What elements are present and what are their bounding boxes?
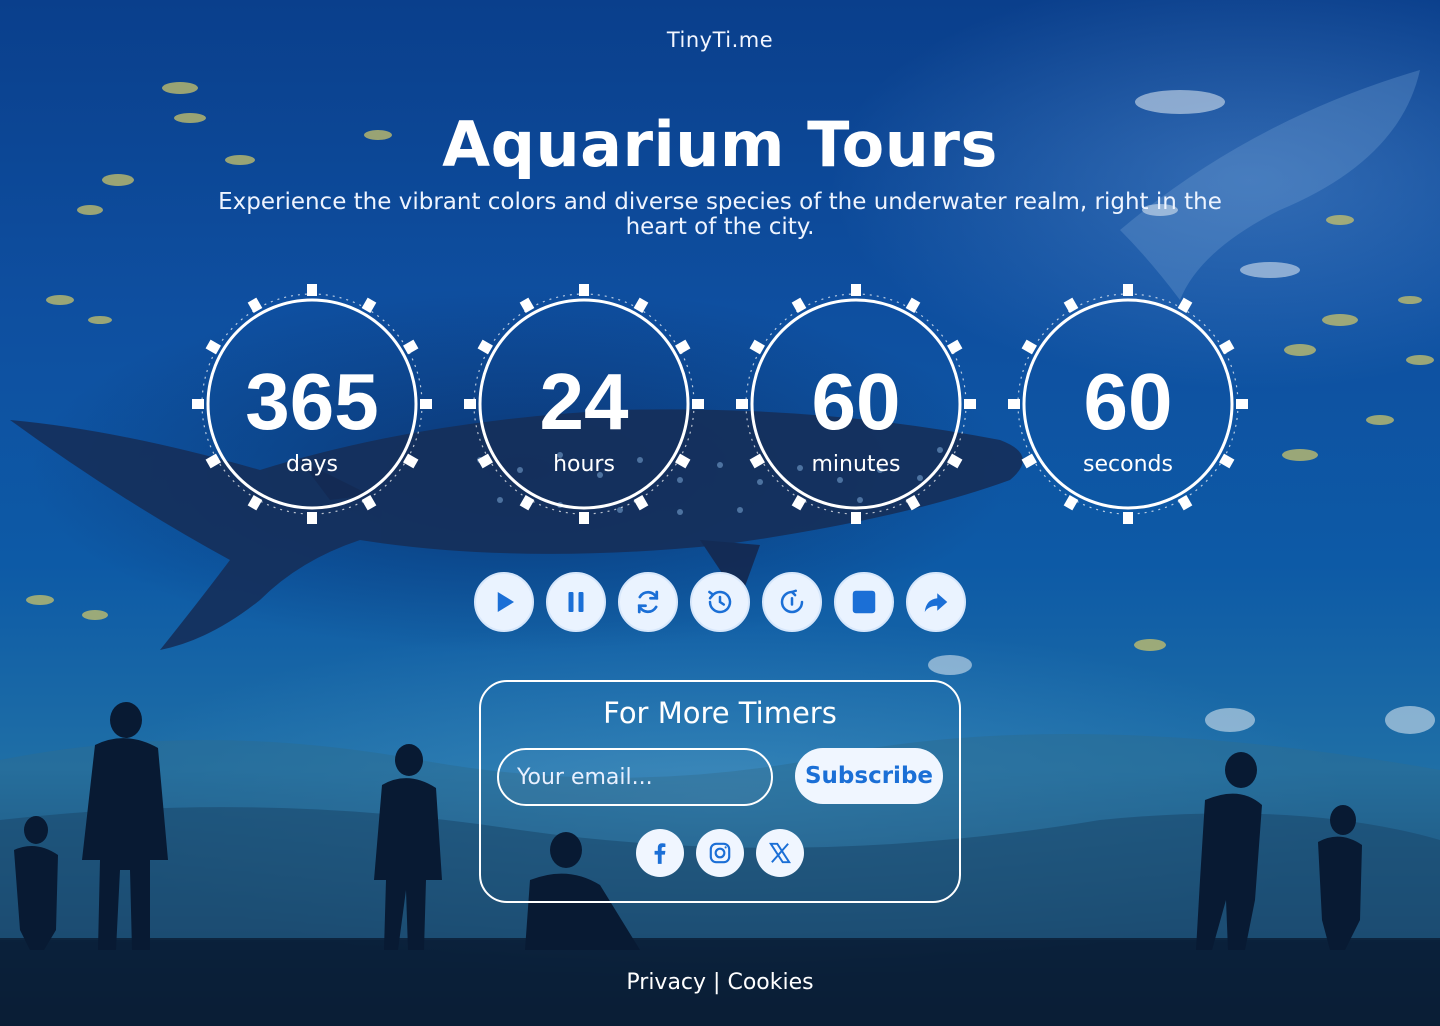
page-title: Aquarium Tours xyxy=(442,108,998,181)
hours-value: 24 xyxy=(539,357,629,446)
timer-reset-icon xyxy=(780,589,804,614)
countdown-hours: 24 hours xyxy=(464,284,704,524)
share-button[interactable] xyxy=(906,572,966,632)
minutes-value: 60 xyxy=(811,357,901,446)
seconds-value: 60 xyxy=(1083,357,1173,446)
subscribe-button[interactable]: Subscribe xyxy=(795,748,943,804)
stop-button[interactable] xyxy=(834,572,894,632)
share-icon xyxy=(924,593,948,612)
instagram-link[interactable] xyxy=(696,829,744,877)
days-label: days xyxy=(286,452,338,477)
restart-button[interactable] xyxy=(618,572,678,632)
subscribe-title: For More Timers xyxy=(603,696,837,730)
x-icon xyxy=(768,842,792,864)
seconds-label: seconds xyxy=(1083,452,1173,477)
brand-name[interactable]: TinyTi.me xyxy=(0,28,1440,52)
history-button[interactable] xyxy=(690,572,750,632)
facebook-icon xyxy=(654,843,666,864)
x-link[interactable] xyxy=(756,829,804,877)
countdown-days: 365 days xyxy=(192,284,432,524)
pause-icon xyxy=(568,592,584,612)
countdown-seconds: 60 seconds xyxy=(1008,284,1248,524)
cookies-link[interactable]: Cookies xyxy=(727,970,813,995)
refresh-icon xyxy=(637,590,659,614)
play-icon xyxy=(497,592,514,612)
privacy-link[interactable]: Privacy xyxy=(626,970,706,995)
minutes-label: minutes xyxy=(811,452,901,477)
countdown-minutes: 60 minutes xyxy=(736,284,976,524)
instagram-icon xyxy=(709,842,731,864)
timer-reset-button[interactable] xyxy=(762,572,822,632)
stop-icon xyxy=(852,590,876,614)
pause-button[interactable] xyxy=(546,572,606,632)
facebook-link[interactable] xyxy=(636,829,684,877)
email-field[interactable] xyxy=(497,748,773,806)
footer-separator: | xyxy=(713,970,721,995)
timer-controls xyxy=(474,572,974,632)
subscribe-panel: For More Timers Subscribe xyxy=(479,680,961,903)
page-subtitle: Experience the vibrant colors and divers… xyxy=(218,189,1222,240)
footer: Privacy | Cookies xyxy=(0,970,1440,995)
hours-label: hours xyxy=(553,452,615,477)
play-button[interactable] xyxy=(474,572,534,632)
history-icon xyxy=(708,590,732,614)
days-value: 365 xyxy=(245,357,379,446)
